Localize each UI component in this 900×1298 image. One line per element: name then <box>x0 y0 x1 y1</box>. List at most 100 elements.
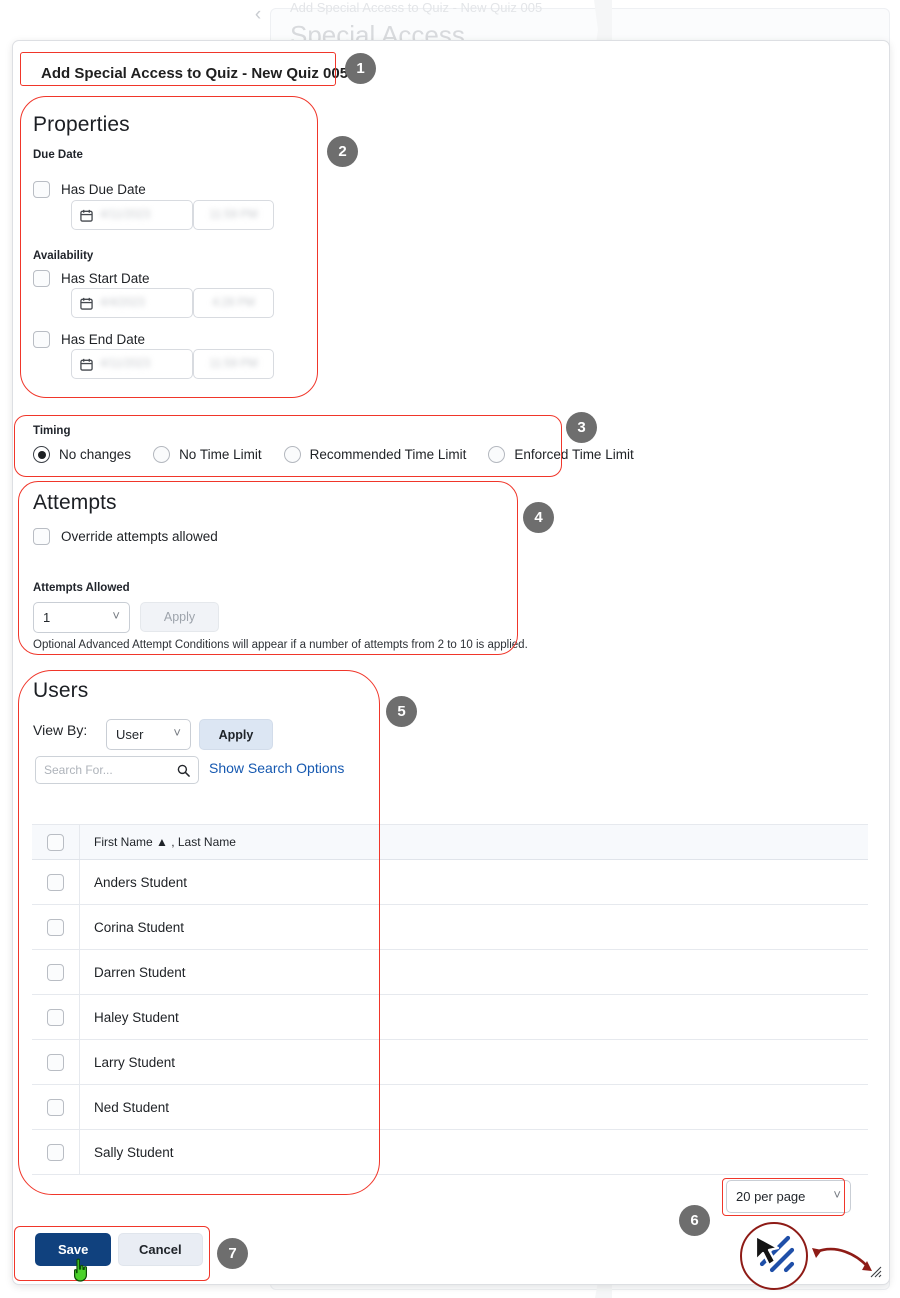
attempts-allowed-label: Attempts Allowed <box>33 582 130 594</box>
end-time-value: 11:59 PM <box>209 358 258 370</box>
users-heading: Users <box>33 679 89 702</box>
background-breadcrumb: Add Special Access to Quiz - New Quiz 00… <box>290 0 543 15</box>
user-name: Darren Student <box>94 964 186 980</box>
row-checkbox[interactable] <box>47 1098 64 1116</box>
view-by-value: User <box>116 727 144 742</box>
row-checkbox[interactable] <box>47 1008 64 1026</box>
row-select-cell[interactable] <box>32 1085 80 1129</box>
select-all-checkbox[interactable] <box>47 833 64 851</box>
per-page-select[interactable]: 20 per page ˅ <box>726 1180 851 1213</box>
availability-label: Availability <box>33 250 94 262</box>
start-date-input[interactable]: 4/4/2023 <box>71 288 193 318</box>
due-time-value: 11:59 PM <box>209 209 258 221</box>
calendar-icon <box>80 209 93 222</box>
start-time-input[interactable]: 4:28 PM <box>193 288 274 318</box>
due-time-input[interactable]: 11:59 PM <box>193 200 274 230</box>
due-date-value: 4/11/2023 <box>100 209 151 221</box>
calendar-icon <box>80 358 93 371</box>
row-checkbox[interactable] <box>47 918 64 936</box>
table-header-name[interactable]: First Name ▲ , Last Name <box>80 835 236 849</box>
annotation-badge-2: 2 <box>327 136 358 167</box>
screenshot-root: ‹ Add Special Access to Quiz - New Quiz … <box>0 0 900 1298</box>
annotation-badge-1: 1 <box>345 53 376 84</box>
has-end-date-label: Has End Date <box>61 332 146 347</box>
radio-recommended-time-limit[interactable] <box>283 446 301 463</box>
row-select-cell[interactable] <box>32 860 80 904</box>
row-select-cell[interactable] <box>32 1130 80 1174</box>
attempts-allowed-select[interactable]: 1 ˅ <box>33 602 130 633</box>
row-select-cell[interactable] <box>32 1040 80 1084</box>
due-date-label: Due Date <box>33 149 83 161</box>
attempts-apply-button[interactable]: Apply <box>140 602 219 632</box>
user-name: Anders Student <box>94 874 188 890</box>
annotation-badge-3: 3 <box>566 412 597 443</box>
row-checkbox[interactable] <box>47 963 64 981</box>
end-time-input[interactable]: 11:59 PM <box>193 349 274 379</box>
has-end-date-checkbox-row[interactable]: Has End Date <box>33 331 145 348</box>
timing-option-enforced-time-limit[interactable]: Enforced Time Limit <box>488 446 634 463</box>
user-name: Corina Student <box>94 919 185 935</box>
chevron-left-icon[interactable]: ‹ <box>249 4 267 26</box>
row-checkbox[interactable] <box>47 1053 64 1071</box>
users-apply-button[interactable]: Apply <box>199 719 273 750</box>
row-checkbox[interactable] <box>47 1143 64 1161</box>
override-attempts-checkbox-row[interactable]: Override attempts allowed <box>33 528 218 545</box>
timing-option-recommended-time-limit[interactable]: Recommended Time Limit <box>283 446 466 463</box>
row-select-cell[interactable] <box>32 995 80 1039</box>
table-row[interactable]: Ned Student <box>32 1085 868 1130</box>
annotation-badge-7: 7 <box>217 1238 248 1269</box>
table-row[interactable]: Anders Student <box>32 860 868 905</box>
has-due-date-checkbox-row[interactable]: Has Due Date <box>33 181 146 198</box>
radio-enforced-time-limit[interactable] <box>488 446 506 463</box>
select-all-cell[interactable] <box>32 825 80 859</box>
radio-selected-dot <box>37 450 46 459</box>
search-icon[interactable] <box>177 764 190 777</box>
table-row[interactable]: Sally Student <box>32 1130 868 1175</box>
chevron-down-icon: ˅ <box>112 608 120 623</box>
users-table: First Name ▲ , Last Name Anders Student … <box>32 824 868 1175</box>
show-search-options-link[interactable]: Show Search Options <box>209 760 344 776</box>
user-name: Ned Student <box>94 1099 170 1115</box>
users-search-placeholder: Search For... <box>44 763 113 777</box>
timing-label: Timing <box>33 425 71 437</box>
row-select-cell[interactable] <box>32 905 80 949</box>
radio-no-time-limit[interactable] <box>153 446 171 463</box>
override-attempts-checkbox[interactable] <box>33 528 50 545</box>
timing-option-label: No Time Limit <box>179 447 262 462</box>
has-start-date-checkbox-row[interactable]: Has Start Date <box>33 270 150 287</box>
end-date-value: 4/11/2023 <box>100 358 151 370</box>
radio-no-changes[interactable] <box>33 446 50 463</box>
timing-option-no-changes[interactable]: No changes <box>33 446 131 463</box>
table-row[interactable]: Haley Student <box>32 995 868 1040</box>
due-date-input[interactable]: 4/11/2023 <box>71 200 193 230</box>
close-icon[interactable]: close-icon <box>847 61 873 87</box>
has-start-date-checkbox[interactable] <box>33 270 50 287</box>
view-by-select[interactable]: User ˅ <box>106 719 191 750</box>
resize-arrow-magnifier-icon <box>740 1222 808 1290</box>
has-due-date-checkbox[interactable] <box>33 181 50 198</box>
attempts-allowed-value: 1 <box>43 610 51 625</box>
cancel-button[interactable]: Cancel <box>118 1233 203 1266</box>
has-end-date-checkbox[interactable] <box>33 331 50 348</box>
row-checkbox[interactable] <box>47 873 64 891</box>
table-row[interactable]: Corina Student <box>32 905 868 950</box>
timing-option-label: Enforced Time Limit <box>514 447 634 462</box>
users-search-input[interactable]: Search For... <box>35 756 199 784</box>
start-time-value: 4:28 PM <box>212 297 255 309</box>
table-row[interactable]: Darren Student <box>32 950 868 995</box>
chevron-down-icon: ˅ <box>833 1187 841 1202</box>
annotation-badge-5: 5 <box>386 696 417 727</box>
table-row[interactable]: Larry Student <box>32 1040 868 1085</box>
per-page-value: 20 per page <box>736 1189 806 1204</box>
annotation-badge-6: 6 <box>679 1205 710 1236</box>
user-name: Larry Student <box>94 1054 176 1070</box>
attempts-heading: Attempts <box>33 491 117 514</box>
row-select-cell[interactable] <box>32 950 80 994</box>
modal-title: Add Special Access to Quiz - New Quiz 00… <box>41 65 349 82</box>
timing-option-no-time-limit[interactable]: No Time Limit <box>153 446 262 463</box>
end-date-input[interactable]: 4/11/2023 <box>71 349 193 379</box>
timing-option-label: No changes <box>59 447 132 462</box>
annotation-badge-4: 4 <box>523 502 554 533</box>
chevron-down-icon: ˅ <box>173 725 181 740</box>
properties-heading: Properties <box>33 113 130 136</box>
